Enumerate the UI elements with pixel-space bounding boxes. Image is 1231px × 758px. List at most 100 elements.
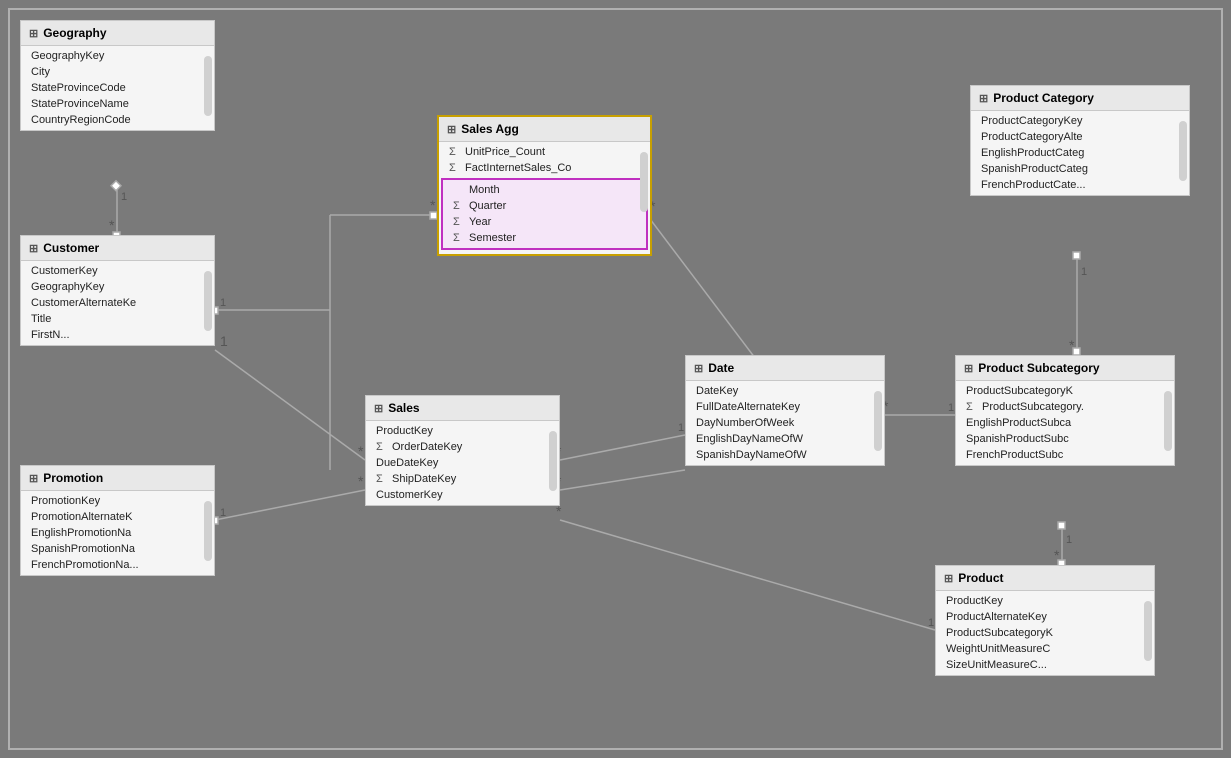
- field-label: PromotionKey: [31, 495, 100, 507]
- product-subcategory-header: ⊞ Product Subcategory: [956, 356, 1174, 381]
- table-icon: ⊞: [979, 92, 988, 105]
- table-row: Σ FactInternetSales_Co: [439, 160, 650, 176]
- sigma-icon: Σ: [449, 162, 461, 174]
- scrollbar[interactable]: [1164, 391, 1172, 451]
- svg-text:1: 1: [928, 617, 934, 629]
- table-row-selected: Σ Year: [443, 214, 646, 230]
- product-category-table[interactable]: ⊞ Product Category ProductCategoryKey Pr…: [970, 85, 1190, 196]
- field-label: EnglishDayNameOfW: [696, 433, 803, 445]
- svg-text:*: *: [430, 197, 436, 213]
- date-body: DateKey FullDateAlternateKey DayNumberOf…: [686, 381, 884, 465]
- table-row: ProductSubcategoryK: [956, 383, 1174, 399]
- field-label: CustomerKey: [376, 489, 443, 501]
- scrollbar[interactable]: [874, 391, 882, 451]
- table-row: ProductAlternateKey: [936, 609, 1154, 625]
- table-row: DayNumberOfWeek: [686, 415, 884, 431]
- table-row: FrenchProductSubc: [956, 447, 1174, 463]
- promotion-header: ⊞ Promotion: [21, 466, 214, 491]
- sigma-icon: Σ: [449, 146, 461, 158]
- table-icon: ⊞: [694, 362, 703, 375]
- table-row: ProductKey: [366, 423, 559, 439]
- field-label: UnitPrice_Count: [465, 146, 545, 158]
- sales-body: ProductKey Σ OrderDateKey DueDateKey Σ S…: [366, 421, 559, 505]
- sigma-placeholder: Σ: [453, 184, 465, 196]
- svg-text:*: *: [358, 473, 364, 489]
- promotion-title: Promotion: [43, 471, 103, 485]
- field-label: Year: [469, 216, 491, 228]
- svg-text:1: 1: [121, 191, 127, 203]
- scrollbar[interactable]: [204, 56, 212, 116]
- table-row: FullDateAlternateKey: [686, 399, 884, 415]
- field-label: GeographyKey: [31, 50, 104, 62]
- field-label: FrenchProductSubc: [966, 449, 1063, 461]
- field-label: ProductSubcategoryK: [966, 385, 1073, 397]
- product-category-title: Product Category: [993, 91, 1094, 105]
- table-row: StateProvinceCode: [21, 80, 214, 96]
- field-label: CustomerAlternateKe: [31, 297, 136, 309]
- scrollbar[interactable]: [1144, 601, 1152, 661]
- table-row: StateProvinceName: [21, 96, 214, 112]
- scrollbar[interactable]: [204, 501, 212, 561]
- field-label: Title: [31, 313, 51, 325]
- table-row: ProductKey: [936, 593, 1154, 609]
- product-category-header: ⊞ Product Category: [971, 86, 1189, 111]
- table-row: FrenchPromotionNa...: [21, 557, 214, 573]
- sales-agg-body: Σ UnitPrice_Count Σ FactInternetSales_Co…: [439, 142, 650, 254]
- table-row: SpanishDayNameOfW: [686, 447, 884, 463]
- table-row: CustomerAlternateKe: [21, 295, 214, 311]
- table-row: WeightUnitMeasureC: [936, 641, 1154, 657]
- promotion-body: PromotionKey PromotionAlternateK English…: [21, 491, 214, 575]
- table-row: Σ OrderDateKey: [366, 439, 559, 455]
- geography-table[interactable]: ⊞ Geography GeographyKey City StateProvi…: [20, 20, 215, 131]
- field-label: SizeUnitMeasureC...: [946, 659, 1047, 671]
- geography-body: GeographyKey City StateProvinceCode Stat…: [21, 46, 214, 130]
- table-row: CustomerKey: [21, 263, 214, 279]
- field-label: DateKey: [696, 385, 738, 397]
- svg-text:1: 1: [220, 507, 226, 519]
- table-icon: ⊞: [29, 242, 38, 255]
- table-row: EnglishPromotionNa: [21, 525, 214, 541]
- sigma-icon: Σ: [376, 473, 388, 485]
- table-icon: ⊞: [374, 402, 383, 415]
- field-label: FullDateAlternateKey: [696, 401, 800, 413]
- date-table[interactable]: ⊞ Date DateKey FullDateAlternateKey DayN…: [685, 355, 885, 466]
- field-label: FirstN...: [31, 329, 70, 341]
- scrollbar[interactable]: [549, 431, 557, 491]
- sigma-icon: Σ: [966, 401, 978, 413]
- table-icon: ⊞: [964, 362, 973, 375]
- field-label: FrenchPromotionNa...: [31, 559, 139, 571]
- table-row: FrenchProductCate...: [971, 177, 1189, 193]
- table-row: GeographyKey: [21, 48, 214, 64]
- product-subcategory-table[interactable]: ⊞ Product Subcategory ProductSubcategory…: [955, 355, 1175, 466]
- field-label: ProductKey: [946, 595, 1003, 607]
- field-label: SpanishProductSubc: [966, 433, 1069, 445]
- promotion-table[interactable]: ⊞ Promotion PromotionKey PromotionAltern…: [20, 465, 215, 576]
- scrollbar[interactable]: [204, 271, 212, 331]
- table-row: DueDateKey: [366, 455, 559, 471]
- product-table[interactable]: ⊞ Product ProductKey ProductAlternateKey…: [935, 565, 1155, 676]
- sales-table[interactable]: ⊞ Sales ProductKey Σ OrderDateKey DueDat…: [365, 395, 560, 506]
- sales-agg-table[interactable]: ⊞ Sales Agg Σ UnitPrice_Count Σ FactInte…: [437, 115, 652, 256]
- field-label: DueDateKey: [376, 457, 438, 469]
- geography-title: Geography: [43, 26, 106, 40]
- field-label: EnglishProductSubca: [966, 417, 1071, 429]
- sales-agg-title: Sales Agg: [461, 122, 519, 136]
- field-label: FactInternetSales_Co: [465, 162, 571, 174]
- table-row: EnglishProductSubca: [956, 415, 1174, 431]
- field-label: ProductCategoryKey: [981, 115, 1083, 127]
- table-row: PromotionKey: [21, 493, 214, 509]
- customer-table[interactable]: ⊞ Customer CustomerKey GeographyKey Cust…: [20, 235, 215, 346]
- field-label: OrderDateKey: [392, 441, 462, 453]
- table-row: ProductCategoryAlte: [971, 129, 1189, 145]
- svg-text:1: 1: [1081, 266, 1087, 278]
- scrollbar[interactable]: [640, 152, 648, 212]
- table-row: SpanishProductCateg: [971, 161, 1189, 177]
- sales-title: Sales: [388, 401, 419, 415]
- field-label: SpanishPromotionNa: [31, 543, 135, 555]
- field-label: FrenchProductCate...: [981, 179, 1086, 191]
- scrollbar[interactable]: [1179, 121, 1187, 181]
- field-label: ProductCategoryAlte: [981, 131, 1083, 143]
- svg-text:1: 1: [948, 402, 954, 414]
- table-row: SpanishPromotionNa: [21, 541, 214, 557]
- field-label: ProductAlternateKey: [946, 611, 1047, 623]
